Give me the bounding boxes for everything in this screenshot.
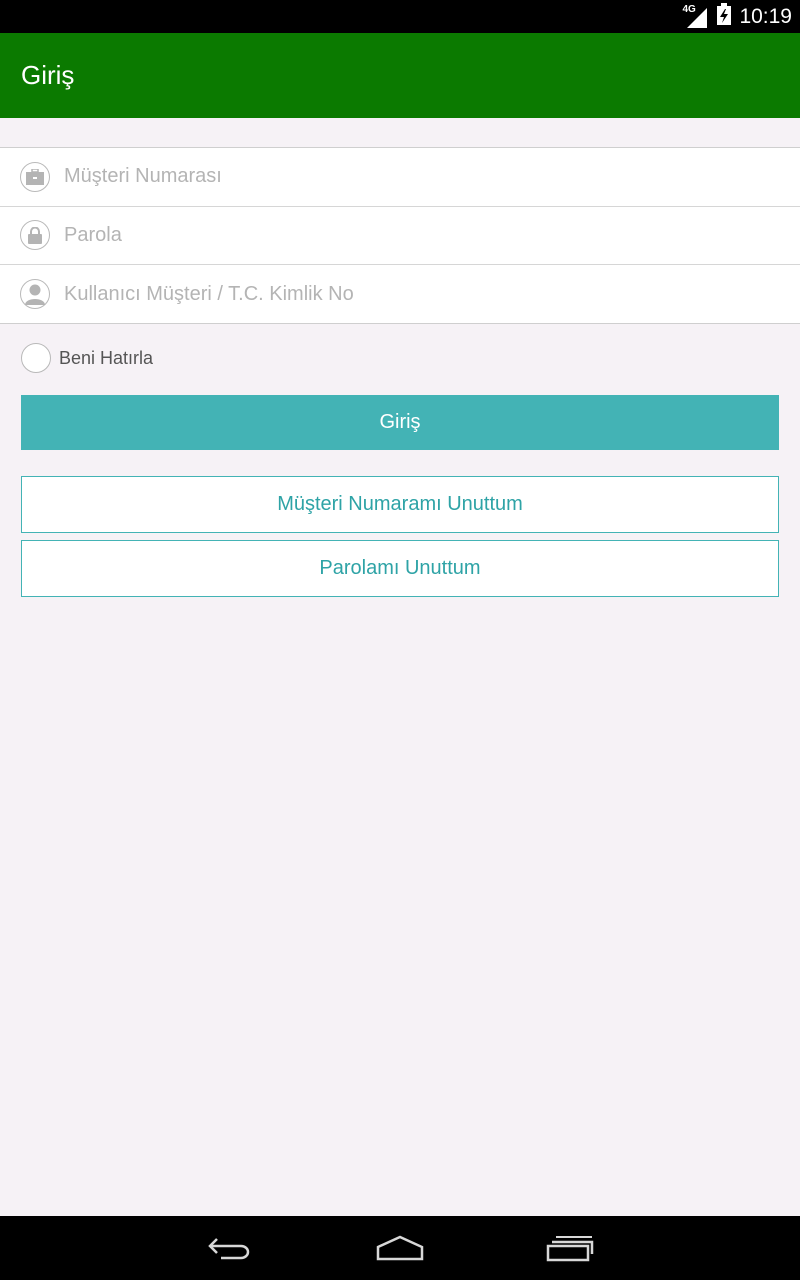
forgot-customer-number-button[interactable]: Müşteri Numaramı Unuttum [21,476,779,533]
remember-me-toggle[interactable]: Beni Hatırla [21,343,153,373]
lock-icon [20,220,50,251]
user-id-field[interactable] [0,265,800,324]
status-bar: 4G 10:19 [0,0,800,33]
network-type: 4G [682,3,696,15]
remember-me-label: Beni Hatırla [59,347,154,368]
customer-number-field[interactable] [0,148,800,207]
forgot-password-button[interactable]: Parolamı Unuttum [21,540,779,597]
page-title: Giriş [21,60,75,90]
login-form [0,147,800,324]
clock: 10:19 [739,4,792,28]
customer-number-input[interactable] [64,165,744,189]
app-bar: Giriş [0,33,800,118]
system-nav-bar [0,1216,800,1280]
signal-icon: 4G [682,3,708,28]
back-icon[interactable] [180,1216,280,1280]
password-field[interactable] [0,207,800,265]
user-id-input[interactable] [64,282,744,306]
remember-me-radio[interactable] [21,343,51,373]
battery-icon [717,3,732,30]
home-icon[interactable] [350,1216,450,1280]
login-button[interactable]: Giriş [21,395,779,450]
person-icon [20,279,50,310]
recents-icon[interactable] [520,1216,620,1280]
briefcase-icon [20,161,50,192]
password-input[interactable] [64,223,744,247]
